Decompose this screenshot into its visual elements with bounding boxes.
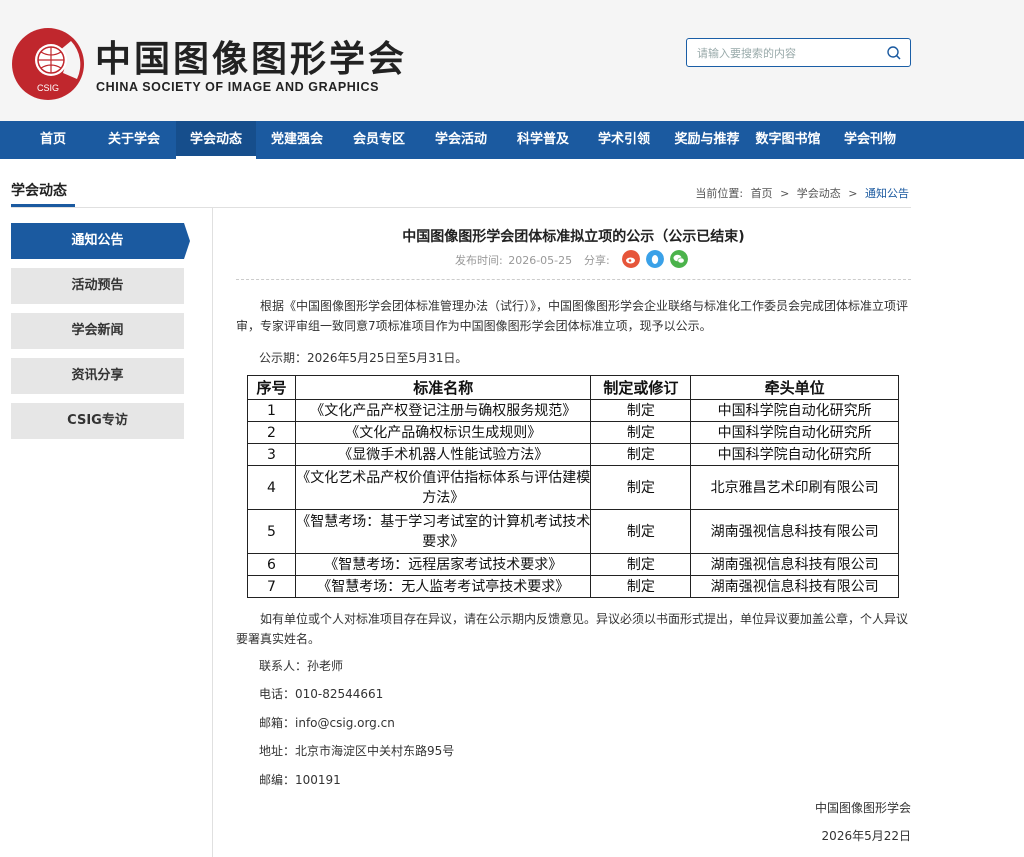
active-arrow-icon bbox=[184, 223, 190, 259]
cell-unit: 湖南强视信息科技有限公司 bbox=[690, 553, 899, 576]
divider bbox=[11, 207, 911, 208]
article-period: 公示期：2026年5月25日至5月31日。 bbox=[259, 351, 468, 365]
cell-type: 制定 bbox=[590, 399, 692, 422]
cell-type: 制定 bbox=[590, 553, 692, 576]
publish-meta: 发布时间: 2026-05-25 bbox=[455, 252, 572, 268]
cell-no: 5 bbox=[247, 509, 296, 554]
share-label: 分享: bbox=[584, 254, 610, 267]
search-input[interactable] bbox=[697, 45, 877, 61]
signature: 中国图像图形学会 bbox=[814, 801, 911, 815]
breadcrumb-prefix: 当前位置: bbox=[695, 187, 744, 200]
org-name-en: CHINA SOCIETY OF IMAGE AND GRAPHICS bbox=[96, 80, 380, 94]
table-row: 4 《文化艺术品产权价值评估指标体系与评估建模方法》 制定 北京雅昌艺术印刷有限… bbox=[247, 465, 899, 510]
cell-name: 《智慧考场：基于学习考试室的计算机考试技术要求》 bbox=[294, 509, 592, 554]
publish-date: 2026-05-25 bbox=[508, 254, 573, 267]
cell-no: 1 bbox=[247, 399, 296, 422]
breadcrumb-current[interactable]: 通知公告 bbox=[865, 187, 909, 200]
cell-no: 4 bbox=[247, 465, 296, 510]
nav-item-about[interactable]: 关于学会 bbox=[100, 121, 168, 159]
breadcrumb-separator: > bbox=[780, 187, 790, 200]
sidebar-item-notices[interactable]: 通知公告 bbox=[11, 223, 184, 259]
table-row: 3 《显微手术机器人性能试验方法》 制定 中国科学院自动化研究所 bbox=[247, 443, 899, 466]
cell-name: 《文化产品产权登记注册与确权服务规范》 bbox=[294, 399, 592, 422]
cell-type: 制定 bbox=[590, 421, 692, 444]
cell-no: 6 bbox=[247, 553, 296, 576]
cell-name: 《文化产品确权标识生成规则》 bbox=[294, 421, 592, 444]
col-header-no: 序号 bbox=[247, 375, 296, 400]
contact-postcode: 邮编：100191 bbox=[259, 773, 341, 787]
breadcrumb-news[interactable]: 学会动态 bbox=[797, 187, 841, 200]
nav-item-library[interactable]: 数字图书馆 bbox=[748, 121, 828, 159]
search-icon[interactable] bbox=[886, 45, 902, 61]
table-row: 2 《文化产品确权标识生成规则》 制定 中国科学院自动化研究所 bbox=[247, 421, 899, 444]
cell-unit: 湖南强视信息科技有限公司 bbox=[690, 575, 899, 598]
org-name-cn: 中国图像图形学会 bbox=[95, 38, 408, 80]
wechat-icon[interactable] bbox=[670, 250, 688, 268]
contact-email: 邮箱：info@csig.org.cn bbox=[259, 716, 395, 730]
nav-item-science[interactable]: 科学普及 bbox=[509, 121, 577, 159]
nav-item-academic[interactable]: 学术引领 bbox=[590, 121, 658, 159]
table-row: 7 《智慧考场：无人监考考试亭技术要求》 制定 湖南强视信息科技有限公司 bbox=[247, 575, 899, 598]
article-objection: 如有单位或个人对标准项目存在异议，请在公示期内反馈意见。异议必须以书面形式提出，… bbox=[236, 612, 909, 646]
breadcrumb-separator: > bbox=[848, 187, 858, 200]
contact-phone: 电话：010-82544661 bbox=[259, 687, 384, 701]
table-row: 5 《智慧考场：基于学习考试室的计算机考试技术要求》 制定 湖南强视信息科技有限… bbox=[247, 509, 899, 554]
nav-item-activities[interactable]: 学会活动 bbox=[427, 121, 495, 159]
cell-type: 制定 bbox=[590, 443, 692, 466]
contact-person: 联系人：孙老师 bbox=[259, 659, 344, 673]
divider bbox=[236, 279, 911, 280]
nav-item-awards[interactable]: 奖励与推荐 bbox=[667, 121, 747, 159]
nav-item-news[interactable]: 学会动态 bbox=[176, 121, 256, 159]
cell-type: 制定 bbox=[590, 575, 692, 598]
table-header-row: 序号 标准名称 制定或修订 牵头单位 bbox=[247, 375, 899, 400]
cell-unit: 中国科学院自动化研究所 bbox=[690, 421, 899, 444]
article-title: 中国图像图形学会团体标准拟立项的公示（公示已结束) bbox=[402, 229, 745, 245]
section-title: 学会动态 bbox=[11, 183, 67, 199]
nav-item-home[interactable]: 首页 bbox=[22, 121, 84, 159]
table-row: 1 《文化产品产权登记注册与确权服务规范》 制定 中国科学院自动化研究所 bbox=[247, 399, 899, 422]
cell-no: 7 bbox=[247, 575, 296, 598]
sidebar-item-interview[interactable]: CSIG专访 bbox=[11, 403, 184, 439]
cell-name: 《显微手术机器人性能试验方法》 bbox=[294, 443, 592, 466]
contact-address: 地址：北京市海淀区中关村东路95号 bbox=[259, 744, 455, 758]
cell-no: 2 bbox=[247, 421, 296, 444]
breadcrumb-home[interactable]: 首页 bbox=[751, 187, 773, 200]
col-header-unit: 牵头单位 bbox=[690, 375, 899, 400]
qq-icon[interactable] bbox=[646, 250, 664, 268]
site-header: CSIG 中国图像图形学会 CHINA SOCIETY OF IMAGE AND… bbox=[0, 0, 1024, 121]
table-row: 6 《智慧考场：远程居家考试技术要求》 制定 湖南强视信息科技有限公司 bbox=[247, 553, 899, 576]
csig-logo-icon[interactable]: CSIG bbox=[11, 27, 85, 101]
col-header-name: 标准名称 bbox=[294, 375, 592, 400]
nav-item-members[interactable]: 会员专区 bbox=[345, 121, 413, 159]
main-nav: 首页 关于学会 学会动态 党建强会 会员专区 学会活动 科学普及 学术引领 奖励… bbox=[0, 121, 1024, 159]
svg-text:CSIG: CSIG bbox=[37, 83, 59, 93]
nav-item-party[interactable]: 党建强会 bbox=[263, 121, 331, 159]
sidebar-item-sharing[interactable]: 资讯分享 bbox=[11, 358, 184, 394]
divider bbox=[212, 208, 213, 857]
cell-no: 3 bbox=[247, 443, 296, 466]
cell-type: 制定 bbox=[590, 509, 692, 554]
standards-table: 序号 标准名称 制定或修订 牵头单位 1 《文化产品产权登记注册与确权服务规范》… bbox=[247, 375, 899, 598]
weibo-icon[interactable] bbox=[622, 250, 640, 268]
article-intro: 根据《中国图像图形学会团体标准管理办法（试行）》，中国图像图形学会企业联络与标准… bbox=[236, 299, 909, 333]
publish-label: 发布时间: bbox=[455, 254, 503, 267]
cell-name: 《智慧考场：远程居家考试技术要求》 bbox=[294, 553, 592, 576]
cell-unit: 中国科学院自动化研究所 bbox=[690, 399, 899, 422]
sign-date: 2026年5月22日 bbox=[821, 829, 911, 843]
search-box bbox=[686, 38, 911, 67]
col-header-type: 制定或修订 bbox=[590, 375, 692, 400]
cell-unit: 北京雅昌艺术印刷有限公司 bbox=[690, 465, 899, 510]
cell-type: 制定 bbox=[590, 465, 692, 510]
nav-item-journals[interactable]: 学会刊物 bbox=[836, 121, 904, 159]
sidebar-item-previews[interactable]: 活动预告 bbox=[11, 268, 184, 304]
cell-unit: 湖南强视信息科技有限公司 bbox=[690, 509, 899, 554]
cell-name: 《智慧考场：无人监考考试亭技术要求》 bbox=[294, 575, 592, 598]
cell-name: 《文化艺术品产权价值评估指标体系与评估建模方法》 bbox=[294, 465, 592, 510]
sidebar-item-news[interactable]: 学会新闻 bbox=[11, 313, 184, 349]
cell-unit: 中国科学院自动化研究所 bbox=[690, 443, 899, 466]
breadcrumb: 当前位置: 首页 > 学会动态 > 通知公告 bbox=[693, 185, 911, 201]
